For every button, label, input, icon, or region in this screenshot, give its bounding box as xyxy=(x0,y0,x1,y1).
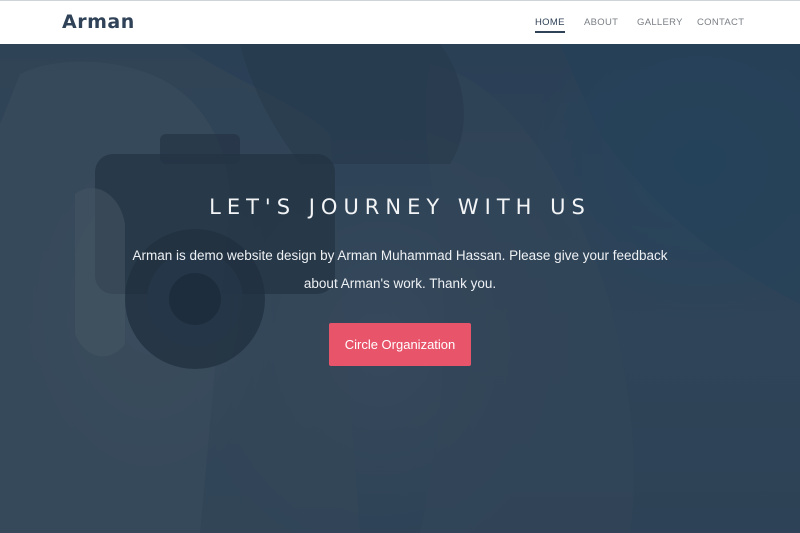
hero-section: LET'S JOURNEY WITH US Arman is demo webs… xyxy=(0,44,800,533)
nav-link-gallery[interactable]: GALLERY xyxy=(637,17,683,29)
hero-subtitle: Arman is demo website design by Arman Mu… xyxy=(132,248,668,291)
top-navbar: Arman HOME ABOUT GALLERY CONTACT xyxy=(0,0,800,44)
nav-link-about[interactable]: ABOUT xyxy=(584,17,618,29)
hero-content: LET'S JOURNEY WITH US Arman is demo webs… xyxy=(0,44,800,533)
hero-title: LET'S JOURNEY WITH US xyxy=(209,195,591,219)
circle-organization-button[interactable]: Circle Organization xyxy=(329,323,471,366)
main-nav: HOME ABOUT GALLERY CONTACT xyxy=(0,17,800,37)
nav-link-contact[interactable]: CONTACT xyxy=(697,17,744,29)
nav-link-home[interactable]: HOME xyxy=(535,17,565,33)
